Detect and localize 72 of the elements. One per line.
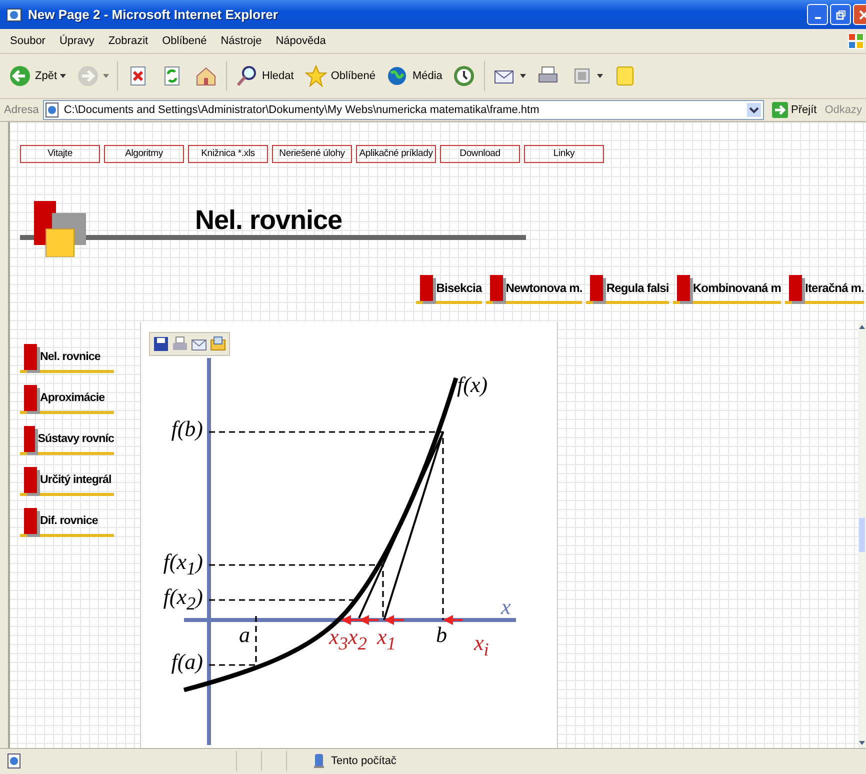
side-nav-link[interactable]: Určitý integrál	[20, 466, 114, 496]
windows-logo-icon	[848, 32, 864, 49]
arrow-marker	[443, 614, 463, 625]
arrow-marker	[384, 614, 404, 625]
section-link[interactable]: Newtonova m.	[486, 274, 582, 304]
page-icon	[44, 102, 60, 118]
print-icon[interactable]	[172, 336, 188, 352]
zone-label: Tento počítač	[331, 755, 396, 768]
value-label: f(x$_{2}$)	[163, 586, 203, 612]
value-label: f(x$_{1}$)	[163, 550, 203, 578]
scrollbar[interactable]	[858, 322, 866, 748]
nav-link[interactable]: Algoritmy	[104, 144, 184, 163]
nav-link[interactable]: Vitajte	[20, 144, 100, 163]
point-label: b	[436, 624, 447, 646]
save-icon[interactable]	[153, 336, 169, 352]
favorites-button[interactable]: Oblíbené	[302, 62, 378, 90]
point-label: a	[239, 624, 250, 646]
scroll-thumb[interactable]	[859, 518, 865, 552]
minimize-button[interactable]	[807, 4, 828, 26]
forward-icon	[76, 64, 100, 88]
side-nav-link[interactable]: Aproximácie	[20, 384, 114, 414]
point-label: x$_{2}$	[348, 626, 367, 652]
search-button[interactable]: Hledat	[233, 62, 296, 90]
address-field[interactable]: C:\Documents and Settings\Administrator\Dokumenty\My Webs\numericka matematika\frame.htm	[42, 100, 764, 120]
favorites-icon	[304, 64, 328, 88]
address-label: Adresa	[4, 104, 39, 116]
menu-item[interactable]: Soubor	[10, 34, 46, 47]
computer-icon	[311, 753, 327, 770]
curve-label: f(x)	[457, 374, 488, 396]
nav-link[interactable]: Aplikačné príklady	[356, 144, 436, 163]
nav-link[interactable]: Knižnica *.xls	[188, 144, 268, 163]
back-icon	[8, 64, 32, 88]
media-button[interactable]: Média	[383, 62, 444, 90]
caret-icon[interactable]	[520, 74, 526, 78]
nav-link[interactable]: Neriešené úlohy	[272, 144, 352, 163]
section-link[interactable]: Bisekcia	[416, 274, 482, 304]
restore-icon	[836, 10, 846, 20]
axis-label: x	[501, 596, 511, 618]
history-icon	[452, 64, 476, 88]
caret-icon[interactable]	[60, 74, 66, 78]
section-link[interactable]: Kombinovaná m	[672, 274, 782, 304]
browser-icon	[6, 6, 22, 23]
menu-item[interactable]: Oblíbené	[162, 34, 207, 47]
page-title: Nel. rovnice	[195, 204, 342, 236]
section-link[interactable]: Iteračná m.	[785, 274, 864, 304]
window-title: New Page 2 - Microsoft Internet Explorer	[28, 7, 279, 22]
page-icon	[6, 753, 22, 770]
sequence-label: x$_{i}$	[474, 632, 489, 658]
point-label: x$_{3}$	[329, 626, 348, 652]
value-label: f(b)	[171, 418, 203, 440]
menu-item[interactable]: Zobrazit	[108, 34, 148, 47]
minimize-icon	[814, 17, 820, 20]
restore-button[interactable]	[830, 4, 851, 26]
go-button[interactable]: Přejít	[768, 102, 821, 118]
back-button[interactable]: Zpět	[6, 62, 68, 90]
side-nav-link[interactable]: Dif. rovnice	[20, 508, 114, 537]
folder-icon[interactable]	[210, 336, 226, 352]
go-arrow-icon	[772, 102, 788, 118]
nav-link[interactable]: Linky	[524, 144, 604, 163]
caret-icon[interactable]	[597, 74, 604, 78]
menu-item[interactable]: Nápověda	[276, 34, 326, 47]
menu-item[interactable]: Úpravy	[59, 34, 94, 47]
close-icon	[858, 10, 866, 20]
arrow-marker	[341, 614, 361, 625]
section-link[interactable]: Regula falsi	[586, 274, 669, 304]
side-nav-link[interactable]: Sústavy rovníc	[20, 426, 114, 455]
arrow-marker	[359, 614, 379, 625]
menu-item[interactable]: Nástroje	[220, 34, 262, 47]
side-nav-link[interactable]: Nel. rovnice	[20, 344, 114, 373]
point-label: x$_{1}$	[377, 626, 396, 652]
value-label: f(a)	[171, 650, 203, 673]
nav-link[interactable]: Download	[440, 144, 520, 163]
